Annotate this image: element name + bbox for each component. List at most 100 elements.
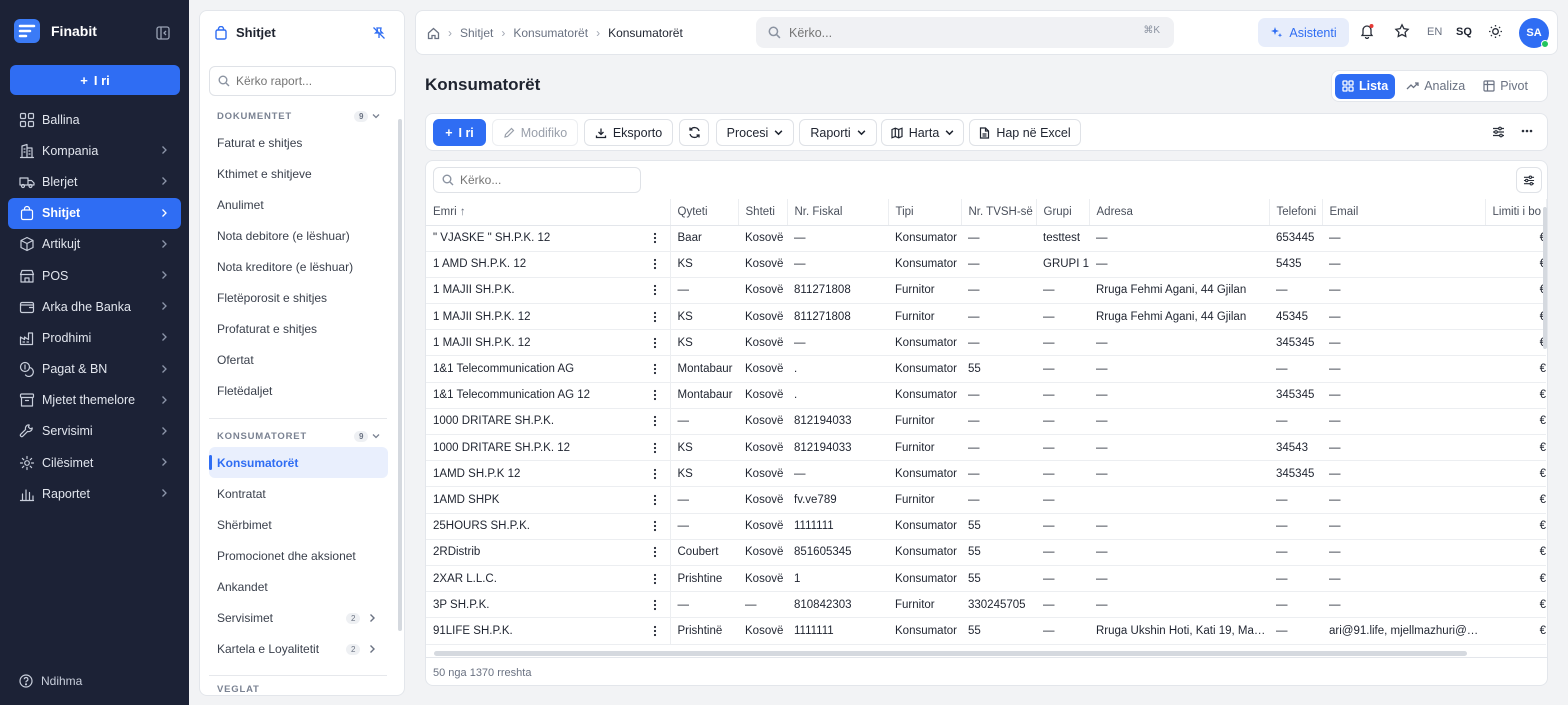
sidebar-item-artikujt[interactable]: Artikujt xyxy=(0,229,189,260)
row-actions-icon[interactable] xyxy=(641,591,671,619)
panel-link[interactable]: Fletëdaljet xyxy=(209,376,388,407)
help-link[interactable]: Ndihma xyxy=(19,674,82,688)
panel-link[interactable]: Servisimet 2 xyxy=(209,602,388,633)
sidebar-item-cilësimet[interactable]: Cilësimet xyxy=(0,447,189,478)
new-button[interactable]: + I ri xyxy=(433,119,486,146)
column-header-adresa[interactable]: Adresa xyxy=(1089,199,1270,226)
panel-link[interactable]: Promocionet dhe aksionet xyxy=(209,540,388,571)
group-title-dokumentet[interactable]: DOKUMENTET 9 xyxy=(217,111,382,122)
column-header-limiti[interactable]: Limiti i bo xyxy=(1485,199,1547,226)
star-icon[interactable] xyxy=(1394,23,1410,39)
table-row[interactable]: 1AMD SH.P.K 12 KS Kosovë — Konsumator — — —3453… xyxy=(426,460,1546,488)
language-sq[interactable]: SQ xyxy=(1456,26,1472,38)
table-row[interactable]: 91LIFE SH.P.K. Prishtinë Kosovë 1111111 Kons… xyxy=(426,617,1546,645)
view-lista-button[interactable]: Lista xyxy=(1335,73,1396,99)
bell-icon[interactable] xyxy=(1359,23,1375,39)
sidebar-item-pos[interactable]: POS xyxy=(0,260,189,291)
column-header-tipi[interactable]: Tipi xyxy=(888,199,962,226)
panel-scrollbar[interactable] xyxy=(398,119,402,631)
sidebar-item-shitjet[interactable]: Shitjet xyxy=(8,197,181,229)
panel-link[interactable]: Konsumatorët xyxy=(209,447,388,479)
modify-button[interactable]: Modifiko xyxy=(492,119,578,146)
table-row[interactable]: 1&1 Telecommunication AG Montabaur Kosovë.… xyxy=(426,355,1546,383)
group-title-konsumatoret[interactable]: KONSUMATORET 9 xyxy=(217,431,382,442)
row-actions-icon[interactable] xyxy=(641,486,671,514)
sidebar-item-ballina[interactable]: Ballina xyxy=(0,104,189,135)
table-row[interactable]: 1000 DRITARE SH.P.K. — Kosovë 812194033 Furn… xyxy=(426,408,1546,436)
row-actions-icon[interactable] xyxy=(641,303,671,331)
column-header-emri[interactable]: Emri ↑ xyxy=(426,199,671,226)
view-pivot-button[interactable]: Pivot xyxy=(1476,74,1535,99)
column-header-email[interactable]: Email xyxy=(1322,199,1486,226)
sidebar-collapse-icon[interactable] xyxy=(154,24,172,42)
table-row[interactable]: 1000 DRITARE SH.P.K. 12 KS Kosovë 812194033… xyxy=(426,434,1546,462)
refresh-button[interactable] xyxy=(679,119,709,146)
table-row[interactable]: 1 MAJII SH.P.K. 12 KS Kosovë — Konsumator — — —… xyxy=(426,329,1546,357)
table-search[interactable] xyxy=(433,167,641,193)
column-header-nr-tvsh[interactable]: Nr. TVSH-së xyxy=(961,199,1037,226)
table-row[interactable]: 1AMD SHPK — Kosovë fv.ve789 Furnitor — — — — € xyxy=(426,486,1546,514)
panel-link[interactable]: Ankandet xyxy=(209,571,388,602)
column-header-shteti[interactable]: Shteti xyxy=(738,199,788,226)
row-actions-icon[interactable] xyxy=(641,408,671,436)
sidebar-item-kompania[interactable]: Kompania xyxy=(0,135,189,166)
sidebar-item-blerjet[interactable]: Blerjet xyxy=(0,166,189,197)
panel-link[interactable]: Nota debitore (e lëshuar) xyxy=(209,220,388,251)
row-actions-icon[interactable] xyxy=(641,617,671,645)
table-row[interactable]: 2XAR L.L.C. Prishtine Kosovë 1 Konsumator 55—… xyxy=(426,565,1546,593)
table-row[interactable]: 1 AMD SH.P.K. 12 KS Kosovë — Konsumator — GRUP… xyxy=(426,251,1546,278)
row-actions-icon[interactable] xyxy=(641,434,671,462)
report-search-input[interactable] xyxy=(236,74,386,88)
table-row[interactable]: " VJASKE " SH.P.K. 12 Baar Kosovë — Konsumat… xyxy=(426,225,1546,252)
sidebar-item-raportet[interactable]: Raportet xyxy=(0,478,189,509)
row-actions-icon[interactable] xyxy=(641,539,671,566)
report-search[interactable] xyxy=(209,66,396,96)
process-dropdown[interactable]: Procesi xyxy=(716,119,794,146)
global-search[interactable]: ⌘K xyxy=(756,17,1174,48)
home-icon[interactable] xyxy=(427,27,440,40)
map-dropdown[interactable]: Harta xyxy=(881,119,964,146)
panel-link[interactable]: Profaturat e shitjes xyxy=(209,314,388,345)
breadcrumb-item[interactable]: Konsumatorët xyxy=(513,26,588,40)
sidebar-item-pagat-bn[interactable]: Pagat & BN xyxy=(0,354,189,385)
sidebar-item-servisimi[interactable]: Servisimi xyxy=(0,416,189,447)
row-actions-icon[interactable] xyxy=(641,225,671,252)
row-actions-icon[interactable] xyxy=(641,251,671,278)
open-excel-button[interactable]: Hap në Excel xyxy=(969,119,1081,146)
panel-link[interactable]: Faturat e shitjes xyxy=(209,127,388,158)
global-search-input[interactable] xyxy=(789,25,1119,40)
row-actions-icon[interactable] xyxy=(641,460,671,488)
row-actions-icon[interactable] xyxy=(641,565,671,593)
row-actions-icon[interactable] xyxy=(641,329,671,357)
table-row[interactable]: 25HOURS SH.P.K. — Kosovë 1111111 Konsumator 5… xyxy=(426,513,1546,540)
row-actions-icon[interactable] xyxy=(641,355,671,383)
column-header-grupi[interactable]: Grupi xyxy=(1036,199,1090,226)
view-analiza-button[interactable]: Analiza xyxy=(1399,74,1472,99)
sliders-icon[interactable] xyxy=(1492,126,1505,138)
panel-link[interactable]: Kartela e Loyalitetit 2 xyxy=(209,634,388,665)
unpin-icon[interactable] xyxy=(372,26,386,40)
export-button[interactable]: Eksporto xyxy=(584,119,673,146)
breadcrumb-item[interactable]: Shitjet xyxy=(460,26,493,40)
new-record-button[interactable]: + I ri xyxy=(10,65,180,95)
table-row[interactable]: 1 MAJII SH.P.K. — Kosovë 811271808 Furnitor —… xyxy=(426,277,1546,305)
brand[interactable]: Finabit xyxy=(12,16,97,46)
table-row[interactable]: 1 MAJII SH.P.K. 12 KS Kosovë 811271808 Furni… xyxy=(426,303,1546,331)
sidebar-item-mjetet-themelore[interactable]: Mjetet themelore xyxy=(0,385,189,416)
panel-link[interactable]: Kthimet e shitjeve xyxy=(209,158,388,189)
table-horizontal-scrollbar[interactable] xyxy=(434,651,1467,656)
panel-link[interactable]: Fletëporosit e shitjes xyxy=(209,282,388,313)
column-header-telefoni[interactable]: Telefoni xyxy=(1269,199,1323,226)
sidebar-item-prodhimi[interactable]: Prodhimi xyxy=(0,322,189,353)
row-actions-icon[interactable] xyxy=(641,277,671,305)
column-header-qyteti[interactable]: Qyteti xyxy=(670,199,739,226)
panel-link[interactable]: Ofertat xyxy=(209,345,388,376)
table-search-input[interactable] xyxy=(460,173,630,187)
more-horizontal-icon[interactable] xyxy=(1521,129,1533,133)
table-row[interactable]: 1&1 Telecommunication AG 12 Montabaur Koso… xyxy=(426,382,1546,409)
group-title-veglat[interactable]: VEGLAT xyxy=(217,684,382,695)
row-actions-icon[interactable] xyxy=(641,382,671,409)
sidebar-item-arka-dhe-banka[interactable]: Arka dhe Banka xyxy=(0,291,189,322)
assistant-button[interactable]: Asistenti xyxy=(1258,18,1349,47)
sun-icon[interactable] xyxy=(1488,24,1503,39)
